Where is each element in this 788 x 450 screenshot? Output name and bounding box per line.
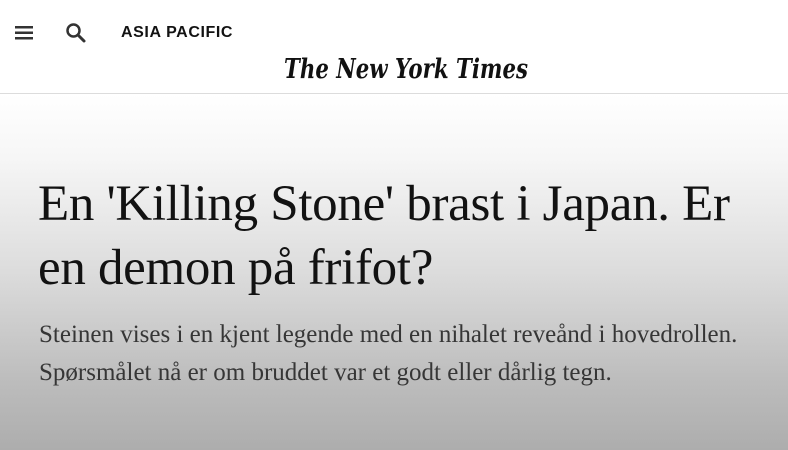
article-summary: Steinen vises i en kjent legende med en …: [39, 321, 738, 386]
site-header: ASIA PACIFIC The New York Times: [0, 0, 788, 94]
search-icon[interactable]: [63, 20, 89, 46]
masthead-text: The New York Times: [284, 54, 528, 85]
article-headline: En 'Killing Stone' brast i Japan. Er en …: [38, 176, 730, 296]
hamburger-menu-icon[interactable]: [12, 21, 36, 45]
section-link-asia-pacific[interactable]: ASIA PACIFIC: [121, 23, 233, 43]
masthead-logo[interactable]: The New York Times: [0, 46, 788, 95]
